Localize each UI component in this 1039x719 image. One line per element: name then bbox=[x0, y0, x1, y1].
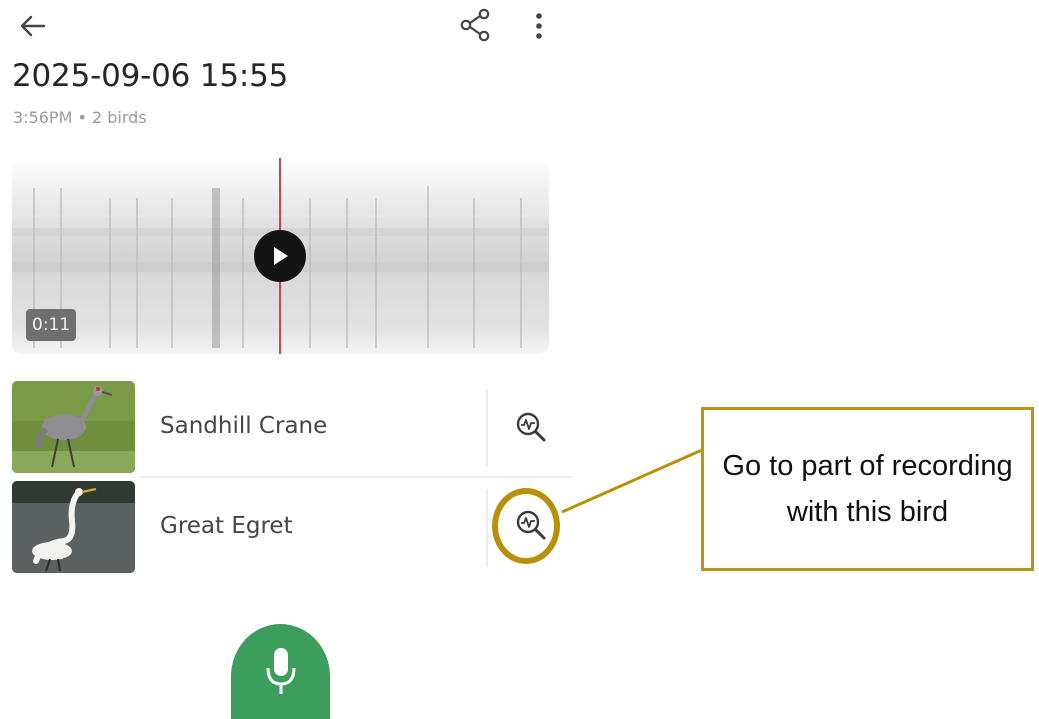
record-button[interactable] bbox=[231, 624, 330, 719]
recording-time: 3:56PM bbox=[13, 108, 73, 127]
bird-thumbnail bbox=[12, 381, 135, 473]
callout-box: Go to part of recording with this bird bbox=[701, 407, 1034, 571]
microphone-icon bbox=[266, 648, 295, 694]
duration-badge: 0:11 bbox=[26, 309, 77, 341]
bird-name: Sandhill Crane bbox=[160, 413, 328, 439]
play-button[interactable] bbox=[254, 230, 306, 282]
arrow-left-icon bbox=[20, 15, 46, 37]
magnify-waveform-icon bbox=[516, 412, 546, 442]
recording-title: 2025-09-06 15:55 bbox=[12, 58, 289, 94]
share-icon bbox=[460, 8, 490, 42]
play-icon bbox=[274, 247, 288, 265]
bird-name: Great Egret bbox=[160, 513, 293, 539]
back-button[interactable] bbox=[12, 8, 52, 44]
callout-connector bbox=[561, 448, 703, 514]
find-in-recording-button[interactable] bbox=[509, 405, 553, 449]
callout-highlight-ring bbox=[492, 488, 560, 564]
row-separator bbox=[140, 476, 572, 478]
divider bbox=[486, 389, 488, 467]
recording-meta: 3:56PM • 2 birds bbox=[13, 108, 147, 127]
more-vertical-icon bbox=[536, 13, 542, 39]
divider bbox=[486, 489, 488, 567]
more-options-button[interactable] bbox=[522, 6, 556, 46]
bird-row-great-egret[interactable]: Great Egret bbox=[12, 481, 572, 573]
bird-count: 2 birds bbox=[92, 108, 147, 127]
meta-separator: • bbox=[77, 108, 87, 127]
bird-row-sandhill-crane[interactable]: Sandhill Crane bbox=[12, 381, 572, 473]
share-button[interactable] bbox=[452, 4, 498, 46]
callout-text: Go to part of recording with this bird bbox=[722, 450, 1013, 528]
bird-thumbnail bbox=[12, 481, 135, 573]
